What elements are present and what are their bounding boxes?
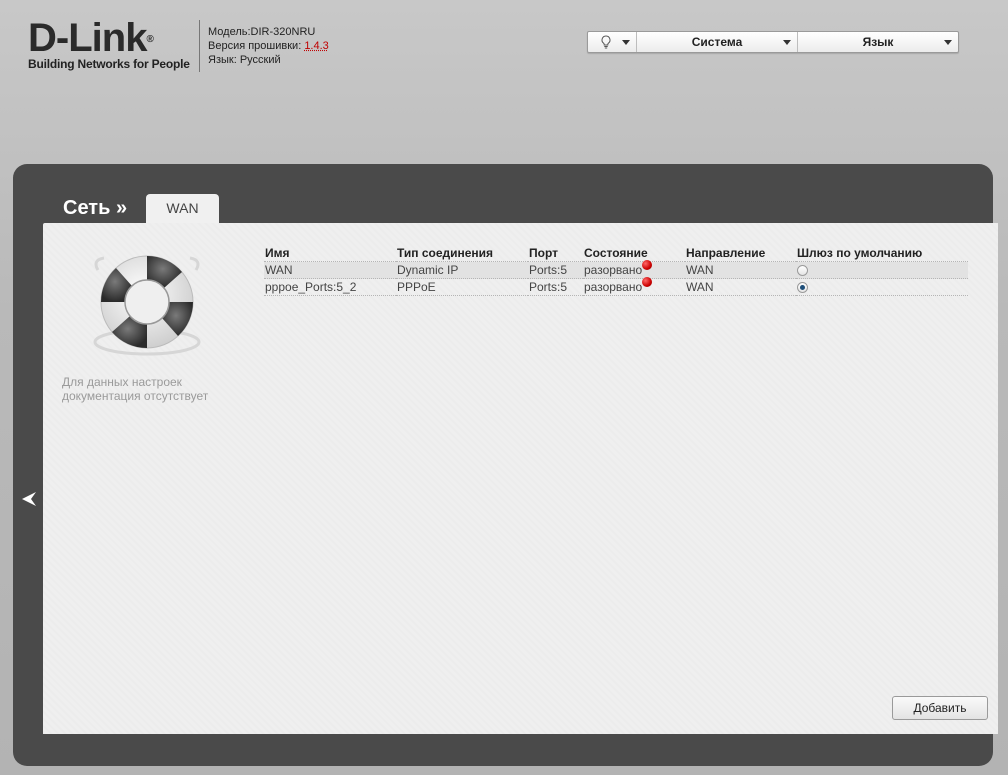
device-info: Модель:DIR-320NRU Версия прошивки: 1.4.3…: [208, 25, 329, 67]
status-disconnected-icon: [642, 260, 653, 270]
col-type: Тип соединения: [397, 246, 494, 260]
cell-type: PPPoE: [396, 278, 528, 296]
system-menu[interactable]: Система: [637, 32, 798, 52]
cell-default-gw: [796, 278, 968, 296]
breadcrumb-section[interactable]: Сеть »: [63, 197, 127, 220]
language-menu-label: Язык: [862, 35, 894, 49]
lightbulb-icon: [601, 35, 611, 49]
notifications-menu[interactable]: [588, 32, 637, 52]
cell-state: разорвано: [583, 277, 685, 296]
lifebuoy-icon: [93, 255, 201, 356]
firmware-line: Версия прошивки: 1.4.3: [208, 40, 329, 52]
cell-default-gw: [796, 261, 968, 279]
col-port: Порт: [529, 246, 559, 260]
col-name: Имя: [265, 246, 290, 260]
back-arrow-icon[interactable]: [20, 490, 38, 508]
firmware-link[interactable]: 1.4.3: [304, 40, 328, 52]
default-gateway-radio[interactable]: [797, 282, 808, 294]
system-menu-label: Система: [691, 35, 743, 49]
table-row[interactable]: WAN Dynamic IP Ports:5 разорвано WAN: [264, 260, 968, 279]
language-menu[interactable]: Язык: [798, 32, 958, 52]
default-gateway-radio[interactable]: [797, 265, 808, 277]
status-disconnected-icon: [642, 277, 653, 287]
table-header-row: Имя Тип соединения Порт Состояние Направ…: [264, 246, 968, 262]
cell-name: pppoe_Ports:5_2: [264, 278, 396, 296]
cell-type: Dynamic IP: [396, 261, 528, 279]
chevron-down-icon: [622, 40, 630, 45]
col-direction: Направление: [686, 246, 766, 260]
cell-direction: WAN: [685, 261, 796, 279]
col-state: Состояние: [584, 246, 648, 260]
chevron-down-icon: [783, 40, 791, 45]
add-button[interactable]: Добавить: [892, 696, 988, 720]
help-text: Для данных настроек документация отсутст…: [62, 375, 209, 403]
logo-mark: D-Link®: [28, 16, 154, 60]
cell-port: Ports:5: [528, 278, 583, 296]
table-row[interactable]: pppoe_Ports:5_2 PPPoE Ports:5 разорвано …: [264, 277, 968, 296]
cell-direction: WAN: [685, 278, 796, 296]
tab-wan[interactable]: WAN: [146, 194, 219, 225]
top-menu: Система Язык: [587, 31, 959, 53]
logo-tagline: Building Networks for People: [28, 57, 190, 71]
connections-table: Имя Тип соединения Порт Состояние Направ…: [264, 246, 968, 296]
language-line: Язык: Русский: [208, 54, 281, 66]
col-default-gw: Шлюз по умолчанию: [797, 246, 923, 260]
cell-name: WAN: [264, 261, 396, 279]
dlink-logo: D-Link® Building Networks for People: [28, 18, 198, 74]
cell-state: разорвано: [583, 260, 685, 279]
model-line: Модель:DIR-320NRU: [208, 26, 316, 38]
chevron-down-icon: [944, 40, 952, 45]
header-divider: [199, 20, 200, 72]
cell-port: Ports:5: [528, 261, 583, 279]
